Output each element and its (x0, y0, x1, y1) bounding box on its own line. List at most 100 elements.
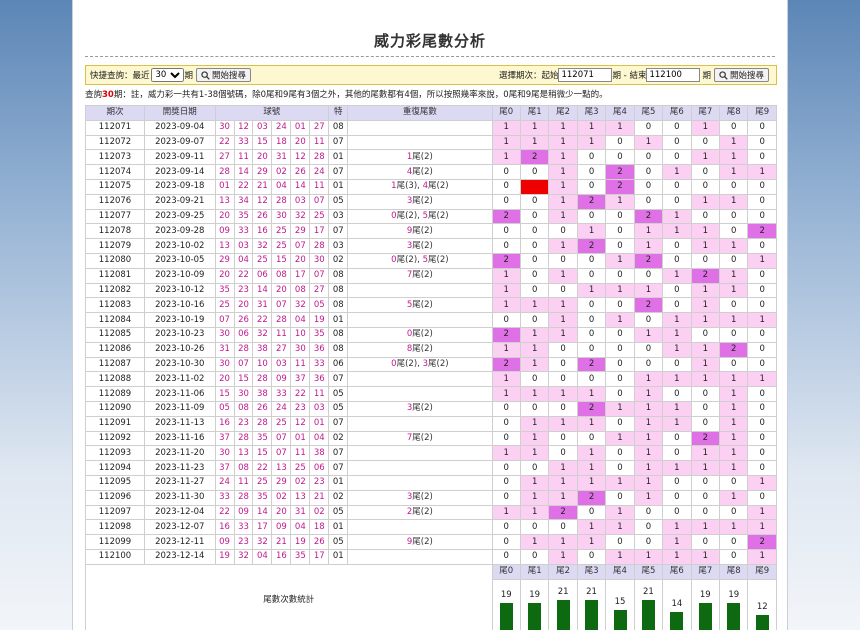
special-number: 05 (328, 193, 349, 210)
repeat-tail-cell: 0尾(2) (347, 326, 493, 343)
stats-bar-column: 19 (493, 580, 519, 630)
table-row: 112095 2023-11-27 24 11 25 29 02 23 01 0 1 1 1 1 1 0 0 0 1 (85, 474, 777, 491)
tail-1-count: 0 (519, 548, 550, 565)
ball-number: 23 (233, 415, 254, 432)
repeat-tail-unit: 尾( (412, 270, 425, 281)
ball-number: 24 (271, 400, 292, 417)
repeat-tail-unit: 尾( (412, 403, 425, 414)
ball-number: 25 (252, 252, 273, 269)
ball-number: 05 (214, 400, 235, 417)
period-cell: 112074 (85, 164, 145, 180)
repeat-tail-cell (347, 519, 493, 536)
repeat-tail-unit: 尾( (412, 536, 425, 547)
tail-3-count: 0 (576, 267, 607, 284)
range-start-input[interactable] (558, 68, 613, 82)
ball-number: 25 (290, 460, 311, 476)
repeat-tail-close: ) (429, 536, 433, 547)
special-number: 02 (328, 430, 349, 447)
period-cell: 112097 (85, 504, 145, 521)
ball-number: 02 (271, 164, 292, 180)
range-search-button[interactable]: 開始搜尋 (713, 68, 769, 82)
date-cell: 2023-10-05 (143, 252, 216, 269)
stats-header-tail-9: 尾9 (747, 563, 777, 580)
special-number: 01 (328, 519, 349, 536)
quick-period-select[interactable]: 30 (150, 68, 184, 82)
quick-query-label: 快捷查詢：最近 (90, 71, 150, 81)
ball-number: 04 (309, 430, 330, 447)
ball-number: 03 (271, 356, 292, 373)
tail-9-count: 0 (747, 415, 777, 432)
date-cell: 2023-09-25 (143, 208, 216, 225)
ball-number: 26 (252, 400, 273, 417)
stats-count-label: 21 (643, 586, 654, 597)
table-row: 112086 2023-10-26 31 28 38 27 30 36 08 8尾(2) 1 1 0 0 0… (85, 341, 777, 358)
stats-bar-cell: 15 (605, 578, 635, 630)
stats-bar-column: 21 (550, 580, 576, 630)
period-cell: 112080 (85, 252, 145, 269)
tail-8-count: 1 (719, 371, 749, 388)
tail-8-count: 1 (719, 445, 749, 462)
tail-6-count: 1 (662, 519, 692, 536)
ball-number: 15 (271, 252, 292, 269)
repeat-tail-cell: 5尾(2) (347, 297, 493, 314)
ball-number: 03 (309, 400, 330, 417)
tail-3-count: 1 (576, 445, 607, 462)
tail-9-count: 0 (747, 489, 777, 506)
period-cell: 112075 (85, 178, 145, 195)
tail-8-count: 1 (719, 312, 749, 328)
tail-5-count: 0 (633, 267, 664, 284)
range-end-input[interactable] (646, 68, 701, 82)
tail-8-count: 0 (719, 223, 749, 240)
ball-number: 07 (271, 445, 292, 462)
table-row: 112081 2023-10-09 20 22 06 08 17 07 08 7尾(2) 1 0 1 0 0… (85, 267, 777, 284)
tail-1-count: 1 (519, 504, 550, 521)
date-cell: 2023-09-07 (143, 134, 216, 151)
repeat-tail-unit: 尾( (412, 432, 425, 443)
tail-1-count: 0 (519, 164, 550, 180)
quick-search-button[interactable]: 開始搜尋 (196, 68, 252, 82)
period-cell: 112091 (85, 415, 145, 432)
special-number: 08 (328, 341, 349, 358)
ball-number: 20 (290, 252, 311, 269)
tail-0-count: 1 (491, 149, 521, 166)
ball-number: 11 (271, 326, 292, 343)
period-cell: 112093 (85, 445, 145, 462)
ball-number: 20 (271, 282, 292, 299)
tail-6-count: 1 (662, 415, 692, 432)
tail-9-count: 1 (747, 474, 777, 491)
table-row: 112072 2023-09-07 22 33 15 18 20 11 07 1 1 1 1 0 1 0 0 1 0 (85, 134, 777, 151)
tail-8-count: 1 (719, 460, 749, 476)
ball-number: 32 (252, 534, 273, 550)
stats-count-label: 19 (728, 589, 740, 600)
date-cell: 2023-11-16 (143, 430, 216, 447)
stats-header-tail-7: 尾7 (690, 563, 721, 580)
stats-bar-column: 14 (664, 580, 690, 630)
date-cell: 2023-10-02 (143, 238, 216, 254)
ball-number: 38 (309, 445, 330, 462)
tail-7-count: 1 (690, 297, 721, 314)
tail-2-count: 0 (548, 445, 578, 462)
tail-8-count: 0 (719, 326, 749, 343)
tail-5-count: 1 (633, 400, 664, 417)
tail-4-count: 1 (605, 548, 635, 565)
date-cell: 2023-11-06 (143, 386, 216, 402)
repeat-tail-cell: 2尾(2) (347, 504, 493, 521)
ball-number: 07 (271, 297, 292, 314)
tail-1-count: 2 (519, 149, 550, 166)
tail-0-count: 0 (491, 415, 521, 432)
tail-1-count: 0 (519, 252, 550, 269)
date-cell: 2023-09-11 (143, 149, 216, 166)
tail-4-count: 1 (605, 312, 635, 328)
ball-number: 22 (252, 312, 273, 328)
ball-number: 07 (309, 267, 330, 284)
repeat-tail-close: ) (429, 240, 433, 251)
tail-2-count: 1 (548, 149, 578, 166)
ball-number: 02 (290, 474, 311, 491)
tail-0-count: 1 (491, 371, 521, 388)
tail-6-count: 0 (662, 282, 692, 299)
stats-count-label: 21 (557, 586, 569, 597)
stats-bar (670, 611, 684, 630)
special-number: 01 (328, 178, 349, 195)
date-cell: 2023-09-21 (143, 193, 216, 210)
ball-number: 35 (252, 489, 273, 506)
